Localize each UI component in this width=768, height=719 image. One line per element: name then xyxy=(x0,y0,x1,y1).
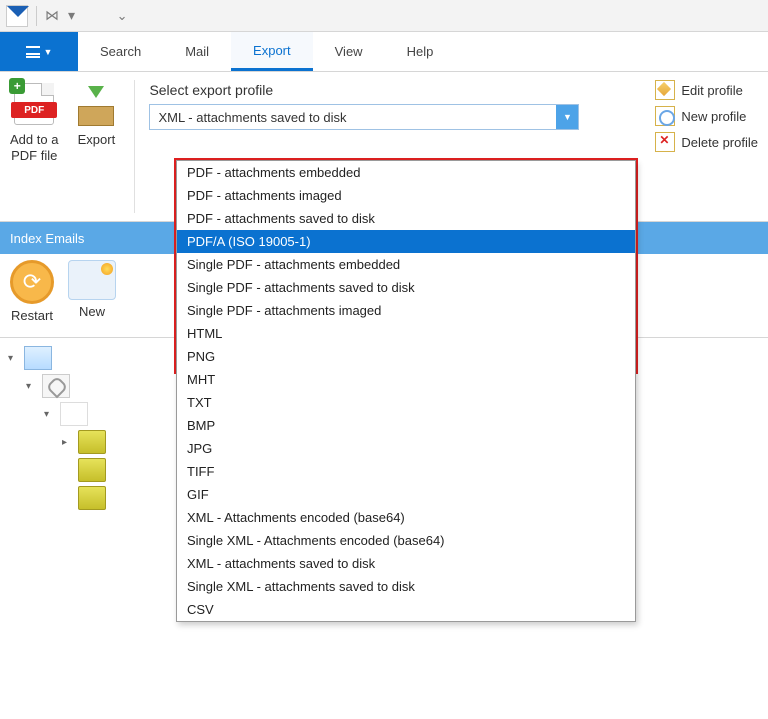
new-label: New xyxy=(79,304,105,319)
tree-node-page[interactable]: ▾ xyxy=(8,400,168,428)
new-profile-label: New profile xyxy=(681,109,746,124)
dropdown-item[interactable]: MHT xyxy=(177,368,635,391)
edit-profile-button[interactable]: Edit profile xyxy=(655,80,758,100)
export-profile-label: Select export profile xyxy=(149,82,579,98)
dropdown-item[interactable]: Single PDF - attachments embedded xyxy=(177,253,635,276)
folder-icon xyxy=(78,486,106,510)
main-menu: ▼ Search Mail Export View Help xyxy=(0,32,768,72)
page-icon xyxy=(60,402,88,426)
tab-mail[interactable]: Mail xyxy=(163,32,231,71)
dropdown-item[interactable]: TIFF xyxy=(177,460,635,483)
export-button[interactable]: Export xyxy=(72,80,120,213)
folder-icon xyxy=(78,430,106,454)
expand-toggle-icon[interactable]: ▸ xyxy=(62,437,74,448)
delete-profile-button[interactable]: Delete profile xyxy=(655,132,758,152)
expand-toggle-icon[interactable]: ▾ xyxy=(8,353,20,364)
export-profile-combobox[interactable]: XML - attachments saved to disk ▼ xyxy=(149,104,579,130)
chevron-down-icon: ▼ xyxy=(44,47,53,57)
export-profile-selected: XML - attachments saved to disk xyxy=(150,105,556,129)
tree-node-folder[interactable]: ▸ xyxy=(8,428,168,456)
expand-toggle-icon[interactable]: ▾ xyxy=(44,409,56,420)
hamburger-icon xyxy=(26,46,40,58)
restart-button[interactable]: ⟳ Restart xyxy=(10,260,54,323)
delete-icon xyxy=(655,132,675,152)
combobox-dropdown-button[interactable]: ▼ xyxy=(556,105,578,129)
tab-view[interactable]: View xyxy=(313,32,385,71)
dropdown-item[interactable]: TXT xyxy=(177,391,635,414)
dropdown-item[interactable]: CSV xyxy=(177,598,635,621)
dropdown-item[interactable]: PDF/A (ISO 19005-1) xyxy=(177,230,635,253)
add-to-pdf-label: Add to a PDF file xyxy=(10,132,58,163)
export-label: Export xyxy=(78,132,116,148)
tab-search[interactable]: Search xyxy=(78,32,163,71)
dropdown-item[interactable]: GIF xyxy=(177,483,635,506)
root-folder-icon xyxy=(24,346,52,370)
dropdown-item[interactable]: Single PDF - attachments saved to disk xyxy=(177,276,635,299)
edit-profile-label: Edit profile xyxy=(681,83,742,98)
app-mail-icon xyxy=(6,5,28,27)
dropdown-item[interactable]: Single PDF - attachments imaged xyxy=(177,299,635,322)
pdf-add-icon: + PDF xyxy=(10,80,58,128)
file-menu-button[interactable]: ▼ xyxy=(0,32,78,71)
folder-icon xyxy=(78,458,106,482)
profile-actions: Edit profile New profile Delete profile xyxy=(655,80,758,152)
restart-icon: ⟳ xyxy=(10,260,54,304)
collapse-ribbon-icon[interactable]: ⌄ xyxy=(112,8,132,24)
dropdown-item[interactable]: XML - attachments saved to disk xyxy=(177,552,635,575)
new-icon xyxy=(655,106,675,126)
new-profile-button[interactable]: New profile xyxy=(655,106,758,126)
dropdown-item[interactable]: HTML xyxy=(177,322,635,345)
ribbon-separator xyxy=(134,80,135,213)
attachment-icon xyxy=(42,374,70,398)
dropdown-item[interactable]: XML - Attachments encoded (base64) xyxy=(177,506,635,529)
tree-node-folder[interactable] xyxy=(8,484,168,512)
dropdown-item[interactable]: Single XML - Attachments encoded (base64… xyxy=(177,529,635,552)
tree-root[interactable]: ▾ xyxy=(8,344,168,372)
tab-help[interactable]: Help xyxy=(385,32,456,71)
quick-access-icon[interactable]: ⋈ xyxy=(45,7,60,24)
tree-node-attachments[interactable]: ▾ xyxy=(8,372,168,400)
dropdown-item[interactable]: JPG xyxy=(177,437,635,460)
new-calendar-icon xyxy=(68,260,116,300)
tree-node-folder[interactable] xyxy=(8,456,168,484)
dropdown-item[interactable]: PDF - attachments embedded xyxy=(177,161,635,184)
index-emails-title: Index Emails xyxy=(10,231,84,246)
restart-label: Restart xyxy=(11,308,53,323)
delete-profile-label: Delete profile xyxy=(681,135,758,150)
window-titlebar: ⋈ ▾ ⌄ xyxy=(0,0,768,32)
edit-icon xyxy=(655,80,675,100)
add-to-pdf-button[interactable]: + PDF Add to a PDF file xyxy=(10,80,58,213)
dropdown-item[interactable]: Single XML - attachments saved to disk xyxy=(177,575,635,598)
dropdown-item[interactable]: BMP xyxy=(177,414,635,437)
dropdown-item[interactable]: PDF - attachments saved to disk xyxy=(177,207,635,230)
tab-export[interactable]: Export xyxy=(231,32,313,71)
tree-column: ▾ ▾ ▾ ▸ xyxy=(8,344,168,512)
dropdown-item[interactable]: PDF - attachments imaged xyxy=(177,184,635,207)
new-button[interactable]: New xyxy=(68,260,116,319)
quick-access-dropdown-icon[interactable]: ▾ xyxy=(68,7,76,24)
export-icon xyxy=(72,80,120,128)
divider xyxy=(36,6,37,26)
export-profile-dropdown[interactable]: PDF - attachments embeddedPDF - attachme… xyxy=(176,160,636,622)
expand-toggle-icon[interactable]: ▾ xyxy=(26,381,38,392)
dropdown-item[interactable]: PNG xyxy=(177,345,635,368)
